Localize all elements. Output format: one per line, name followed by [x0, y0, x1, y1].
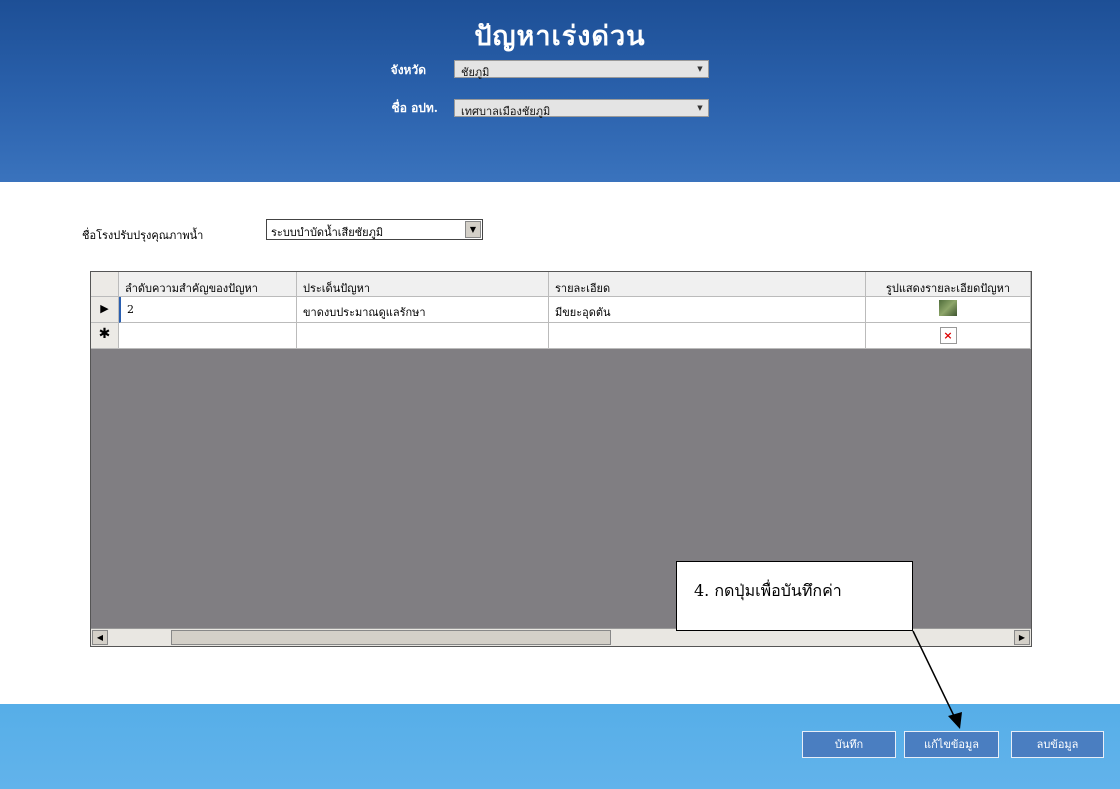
callout-arrow-icon	[912, 630, 962, 729]
